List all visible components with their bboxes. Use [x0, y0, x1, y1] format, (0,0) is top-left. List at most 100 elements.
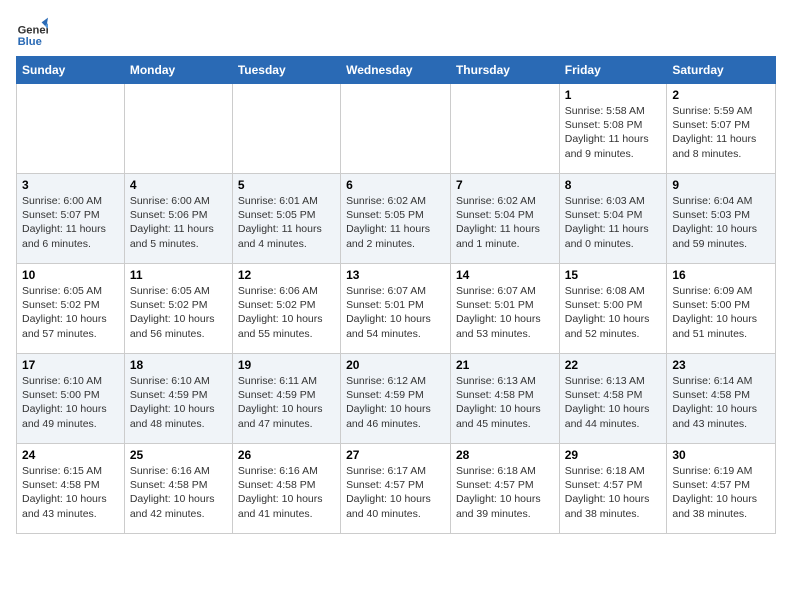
weekday-header-thursday: Thursday — [450, 57, 559, 84]
day-info: Sunrise: 6:09 AM Sunset: 5:00 PM Dayligh… — [672, 284, 770, 341]
weekday-header-wednesday: Wednesday — [341, 57, 451, 84]
day-number: 11 — [130, 268, 227, 282]
day-info: Sunrise: 6:11 AM Sunset: 4:59 PM Dayligh… — [238, 374, 335, 431]
day-info: Sunrise: 6:01 AM Sunset: 5:05 PM Dayligh… — [238, 194, 335, 251]
day-info: Sunrise: 6:04 AM Sunset: 5:03 PM Dayligh… — [672, 194, 770, 251]
day-info: Sunrise: 6:02 AM Sunset: 5:04 PM Dayligh… — [456, 194, 554, 251]
day-info: Sunrise: 6:06 AM Sunset: 5:02 PM Dayligh… — [238, 284, 335, 341]
day-info: Sunrise: 6:12 AM Sunset: 4:59 PM Dayligh… — [346, 374, 445, 431]
day-info: Sunrise: 6:13 AM Sunset: 4:58 PM Dayligh… — [565, 374, 662, 431]
weekday-header-tuesday: Tuesday — [232, 57, 340, 84]
calendar-cell: 5 Sunrise: 6:01 AM Sunset: 5:05 PM Daylig… — [232, 174, 340, 264]
calendar-week-row: 3 Sunrise: 6:00 AM Sunset: 5:07 PM Daylig… — [17, 174, 776, 264]
weekday-header-friday: Friday — [559, 57, 667, 84]
calendar-week-row: 24Sunrise: 6:15 AM Sunset: 4:58 PM Dayli… — [17, 444, 776, 534]
day-number: 21 — [456, 358, 554, 372]
day-info: Sunrise: 6:07 AM Sunset: 5:01 PM Dayligh… — [456, 284, 554, 341]
calendar-cell: 25 Sunrise: 6:16 AM Sunset: 4:58 PM Dayli… — [124, 444, 232, 534]
day-number: 17 — [22, 358, 119, 372]
calendar-week-row: 10 Sunrise: 6:05 AM Sunset: 5:02 PM Dayli… — [17, 264, 776, 354]
day-number: 15 — [565, 268, 662, 282]
day-number: 25 — [130, 448, 227, 462]
calendar-cell: 24Sunrise: 6:15 AM Sunset: 4:58 PM Dayli… — [17, 444, 125, 534]
day-number: 19 — [238, 358, 335, 372]
calendar-header-row: SundayMondayTuesdayWednesdayThursdayFrid… — [17, 57, 776, 84]
day-info: Sunrise: 6:02 AM Sunset: 5:05 PM Dayligh… — [346, 194, 445, 251]
day-info: Sunrise: 6:08 AM Sunset: 5:00 PM Dayligh… — [565, 284, 662, 341]
weekday-header-sunday: Sunday — [17, 57, 125, 84]
day-number: 5 — [238, 178, 335, 192]
day-number: 28 — [456, 448, 554, 462]
day-number: 29 — [565, 448, 662, 462]
logo: General Blue — [16, 16, 52, 48]
calendar-cell: 4 Sunrise: 6:00 AM Sunset: 5:06 PM Daylig… — [124, 174, 232, 264]
calendar-cell: 29 Sunrise: 6:18 AM Sunset: 4:57 PM Dayli… — [559, 444, 667, 534]
day-info: Sunrise: 5:59 AM Sunset: 5:07 PM Dayligh… — [672, 104, 770, 161]
weekday-header-monday: Monday — [124, 57, 232, 84]
day-info: Sunrise: 6:16 AM Sunset: 4:58 PM Dayligh… — [130, 464, 227, 521]
calendar-cell: 20 Sunrise: 6:12 AM Sunset: 4:59 PM Dayli… — [341, 354, 451, 444]
calendar-cell: 26 Sunrise: 6:16 AM Sunset: 4:58 PM Dayli… — [232, 444, 340, 534]
day-info: Sunrise: 6:19 AM Sunset: 4:57 PM Dayligh… — [672, 464, 770, 521]
calendar-cell: 15 Sunrise: 6:08 AM Sunset: 5:00 PM Dayli… — [559, 264, 667, 354]
day-number: 6 — [346, 178, 445, 192]
day-number: 26 — [238, 448, 335, 462]
day-info: Sunrise: 6:14 AM Sunset: 4:58 PM Dayligh… — [672, 374, 770, 431]
calendar-cell — [341, 84, 451, 174]
calendar-cell: 14Sunrise: 6:07 AM Sunset: 5:01 PM Dayli… — [450, 264, 559, 354]
day-info: Sunrise: 6:05 AM Sunset: 5:02 PM Dayligh… — [130, 284, 227, 341]
day-info: Sunrise: 6:18 AM Sunset: 4:57 PM Dayligh… — [565, 464, 662, 521]
calendar-cell: 6 Sunrise: 6:02 AM Sunset: 5:05 PM Daylig… — [341, 174, 451, 264]
day-info: Sunrise: 6:10 AM Sunset: 4:59 PM Dayligh… — [130, 374, 227, 431]
svg-text:Blue: Blue — [18, 36, 42, 48]
day-info: Sunrise: 6:17 AM Sunset: 4:57 PM Dayligh… — [346, 464, 445, 521]
day-number: 12 — [238, 268, 335, 282]
day-number: 10 — [22, 268, 119, 282]
calendar-cell: 22Sunrise: 6:13 AM Sunset: 4:58 PM Dayli… — [559, 354, 667, 444]
day-number: 23 — [672, 358, 770, 372]
day-number: 30 — [672, 448, 770, 462]
day-number: 18 — [130, 358, 227, 372]
day-info: Sunrise: 6:15 AM Sunset: 4:58 PM Dayligh… — [22, 464, 119, 521]
svg-text:General: General — [18, 25, 48, 37]
day-number: 3 — [22, 178, 119, 192]
calendar-cell: 18 Sunrise: 6:10 AM Sunset: 4:59 PM Dayli… — [124, 354, 232, 444]
day-info: Sunrise: 6:07 AM Sunset: 5:01 PM Dayligh… — [346, 284, 445, 341]
calendar-cell — [450, 84, 559, 174]
calendar-cell: 13 Sunrise: 6:07 AM Sunset: 5:01 PM Dayli… — [341, 264, 451, 354]
day-info: Sunrise: 6:18 AM Sunset: 4:57 PM Dayligh… — [456, 464, 554, 521]
day-number: 13 — [346, 268, 445, 282]
day-info: Sunrise: 6:16 AM Sunset: 4:58 PM Dayligh… — [238, 464, 335, 521]
calendar-cell: 9 Sunrise: 6:04 AM Sunset: 5:03 PM Daylig… — [667, 174, 776, 264]
day-number: 4 — [130, 178, 227, 192]
calendar-cell: 19 Sunrise: 6:11 AM Sunset: 4:59 PM Dayli… — [232, 354, 340, 444]
day-info: Sunrise: 5:58 AM Sunset: 5:08 PM Dayligh… — [565, 104, 662, 161]
day-info: Sunrise: 6:00 AM Sunset: 5:06 PM Dayligh… — [130, 194, 227, 251]
calendar-cell: 1 Sunrise: 5:58 AM Sunset: 5:08 PM Daylig… — [559, 84, 667, 174]
calendar-cell: 17 Sunrise: 6:10 AM Sunset: 5:00 PM Dayli… — [17, 354, 125, 444]
day-number: 9 — [672, 178, 770, 192]
calendar-cell: 2 Sunrise: 5:59 AM Sunset: 5:07 PM Daylig… — [667, 84, 776, 174]
calendar-cell: 27Sunrise: 6:17 AM Sunset: 4:57 PM Dayli… — [341, 444, 451, 534]
calendar-cell: 7 Sunrise: 6:02 AM Sunset: 5:04 PM Daylig… — [450, 174, 559, 264]
day-number: 7 — [456, 178, 554, 192]
day-info: Sunrise: 6:00 AM Sunset: 5:07 PM Dayligh… — [22, 194, 119, 251]
calendar-cell: 12 Sunrise: 6:06 AM Sunset: 5:02 PM Dayli… — [232, 264, 340, 354]
calendar-table: SundayMondayTuesdayWednesdayThursdayFrid… — [16, 56, 776, 534]
calendar-week-row: 17 Sunrise: 6:10 AM Sunset: 5:00 PM Dayli… — [17, 354, 776, 444]
day-number: 1 — [565, 88, 662, 102]
day-number: 16 — [672, 268, 770, 282]
weekday-header-saturday: Saturday — [667, 57, 776, 84]
calendar-cell: 23 Sunrise: 6:14 AM Sunset: 4:58 PM Dayli… — [667, 354, 776, 444]
calendar-cell: 8Sunrise: 6:03 AM Sunset: 5:04 PM Daylig… — [559, 174, 667, 264]
day-number: 20 — [346, 358, 445, 372]
calendar-cell — [232, 84, 340, 174]
calendar-cell — [124, 84, 232, 174]
calendar-cell: 11 Sunrise: 6:05 AM Sunset: 5:02 PM Dayli… — [124, 264, 232, 354]
calendar-cell: 30 Sunrise: 6:19 AM Sunset: 4:57 PM Dayli… — [667, 444, 776, 534]
day-info: Sunrise: 6:10 AM Sunset: 5:00 PM Dayligh… — [22, 374, 119, 431]
day-number: 2 — [672, 88, 770, 102]
calendar-cell — [17, 84, 125, 174]
calendar-cell: 16 Sunrise: 6:09 AM Sunset: 5:00 PM Dayli… — [667, 264, 776, 354]
calendar-cell: 3 Sunrise: 6:00 AM Sunset: 5:07 PM Daylig… — [17, 174, 125, 264]
